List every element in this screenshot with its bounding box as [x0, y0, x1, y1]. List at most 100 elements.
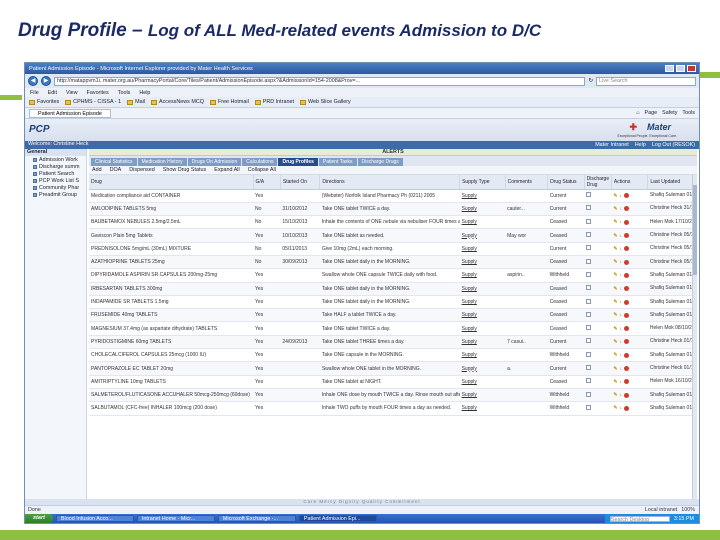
taskbar-item[interactable]: Intranet Home - Micr...: [136, 515, 215, 522]
stop-icon[interactable]: [624, 352, 630, 358]
down-arrow-icon[interactable]: ↓: [620, 246, 623, 252]
pencil-icon[interactable]: ✎: [613, 246, 617, 252]
checkbox-icon[interactable]: [586, 325, 592, 331]
checkbox-icon[interactable]: [586, 311, 592, 317]
add-button[interactable]: Add: [92, 167, 102, 173]
cell-drug[interactable]: IRBESARTAN TABLETS 300mg: [89, 282, 254, 296]
checkbox-icon[interactable]: [586, 232, 592, 238]
cell-supply-type[interactable]: Supply: [459, 388, 506, 403]
col-comments[interactable]: Comments: [505, 175, 549, 190]
dispensed-button[interactable]: Dispensed: [129, 167, 154, 173]
checkbox-icon[interactable]: [586, 258, 592, 264]
taskbar-item-active[interactable]: Patient Admission Epi...: [298, 515, 377, 522]
stop-icon[interactable]: [624, 405, 630, 411]
stop-icon[interactable]: [624, 206, 630, 212]
favorite-link[interactable]: Mail: [127, 99, 145, 105]
show-drug-status-button[interactable]: Show Drug Status: [163, 167, 206, 173]
table-row[interactable]: PANTOPRAZOLE EC TABLET 20mg Yes Swallow wh…: [89, 361, 697, 376]
pencil-icon[interactable]: ✎: [613, 219, 617, 225]
down-arrow-icon[interactable]: ↓: [620, 272, 623, 278]
forward-icon[interactable]: ▶: [41, 76, 51, 86]
table-row[interactable]: PREDNISOLONE 5mg/mL (30mL) MIXTURE No 05/1…: [89, 242, 697, 256]
table-row[interactable]: AMITRIPTYLINE 10mg TABLETS Yes Take ONE ta…: [89, 375, 697, 389]
taskbar-item[interactable]: Microsoft Exchange -...: [217, 515, 296, 522]
scrollbar-thumb[interactable]: [693, 185, 697, 275]
col-discharge-drug[interactable]: Discharge Drug: [584, 175, 612, 190]
favorite-link[interactable]: CPHMS - CISSA - 1: [65, 99, 121, 105]
table-row[interactable]: AMLODIPINE TABLETS 5mg No 31/10/2012 Take O…: [89, 202, 697, 217]
pencil-icon[interactable]: ✎: [613, 326, 617, 332]
down-arrow-icon[interactable]: ↓: [620, 379, 623, 385]
pencil-icon[interactable]: ✎: [613, 299, 617, 305]
cell-supply-type[interactable]: Supply: [459, 282, 506, 296]
cell-drug[interactable]: SALMETEROL/FLUTICASONE ACCUHALER 50mcg-2…: [89, 388, 254, 403]
start-button[interactable]: start: [25, 514, 53, 523]
table-row[interactable]: CHOLECALCIFEROL CAPSULES 25mcg (1000 IU)…: [89, 348, 697, 363]
vertical-scrollbar[interactable]: [692, 175, 697, 505]
sidebar-item-preadmit[interactable]: Preadmit Group: [25, 191, 86, 198]
favorites-button[interactable]: Favorites: [29, 99, 59, 105]
menu-help[interactable]: Help: [139, 90, 150, 96]
cell-supply-type[interactable]: Supply: [459, 295, 506, 310]
collapse-all-button[interactable]: Collapse All: [248, 167, 276, 173]
cell-drug[interactable]: INDAPAMIDE SR TABLETS 1.5mg: [89, 295, 254, 310]
cell-drug[interactable]: SALBUTAMOL (CFC-free) INHALER 100mcg (20…: [89, 401, 254, 416]
pencil-icon[interactable]: ✎: [613, 259, 617, 265]
page-menu[interactable]: Page: [645, 110, 658, 116]
pencil-icon[interactable]: ✎: [613, 286, 617, 292]
checkbox-icon[interactable]: [586, 378, 592, 384]
stop-icon[interactable]: [624, 379, 630, 385]
cell-supply-type[interactable]: Supply: [459, 335, 506, 350]
cell-supply-type[interactable]: Supply: [459, 255, 506, 270]
cell-drug[interactable]: PREDNISOLONE 5mg/mL (30mL) MIXTURE: [89, 242, 254, 256]
down-arrow-icon[interactable]: ↓: [620, 339, 623, 345]
refresh-icon[interactable]: ↻: [588, 78, 593, 84]
table-row[interactable]: Medication compliance aid CONTAINER Yes (W…: [89, 189, 697, 203]
browser-tab-active[interactable]: Patient Admission Episode: [29, 108, 111, 118]
checkbox-icon[interactable]: [586, 365, 592, 370]
tab-clinical-statistics[interactable]: Clinical Statistics: [91, 158, 137, 166]
cell-drug[interactable]: AMITRIPTYLINE 10mg TABLETS: [89, 375, 254, 389]
checkbox-icon[interactable]: [586, 351, 592, 357]
down-arrow-icon[interactable]: ↓: [620, 233, 623, 239]
cell-drug[interactable]: BAUBETAMOX NEBULES 2.5mg/2.5mL: [89, 215, 254, 230]
down-arrow-icon[interactable]: ↓: [620, 392, 623, 398]
back-icon[interactable]: ◀: [28, 76, 38, 86]
sidebar-item-patient-search[interactable]: Patient Search: [25, 170, 86, 177]
down-arrow-icon[interactable]: ↓: [620, 286, 623, 292]
col-drug[interactable]: Drug: [89, 175, 254, 190]
home-icon[interactable]: ⌂: [636, 110, 639, 116]
down-arrow-icon[interactable]: ↓: [620, 299, 623, 305]
pencil-icon[interactable]: ✎: [613, 339, 617, 345]
desktop-search-input[interactable]: Search Desktop: [609, 515, 670, 523]
pencil-icon[interactable]: ✎: [613, 352, 617, 358]
tab-medication-history[interactable]: Medication History: [137, 158, 187, 166]
down-arrow-icon[interactable]: ↓: [620, 259, 623, 265]
sidebar-item-admission[interactable]: Admission Work: [25, 156, 86, 163]
cell-supply-type[interactable]: Supply: [459, 375, 506, 389]
col-last-updated[interactable]: Last Updated: [647, 175, 697, 190]
pencil-icon[interactable]: ✎: [613, 392, 617, 398]
tab-drug-profiles[interactable]: Drug Profiles: [278, 158, 318, 166]
checkbox-icon[interactable]: [586, 205, 592, 211]
cell-supply-type[interactable]: Supply: [459, 268, 506, 283]
tools-menu[interactable]: Tools: [682, 110, 695, 116]
pencil-icon[interactable]: ✎: [613, 405, 617, 411]
cell-drug[interactable]: Medication compliance aid CONTAINER: [89, 189, 254, 203]
pencil-icon[interactable]: ✎: [613, 233, 617, 239]
down-arrow-icon[interactable]: ↓: [620, 405, 623, 411]
favorite-link[interactable]: Free Hotmail: [209, 99, 249, 105]
safety-menu[interactable]: Safety: [662, 110, 677, 116]
menu-favorites[interactable]: Favorites: [87, 90, 109, 96]
favorite-link[interactable]: AccessNews MCQ: [151, 99, 204, 105]
stop-icon[interactable]: [624, 366, 630, 371]
stop-icon[interactable]: [624, 286, 630, 292]
menu-file[interactable]: File: [30, 90, 39, 96]
table-row[interactable]: SALBUTAMOL (CFC-free) INHALER 100mcg (20…: [89, 401, 697, 416]
cell-drug[interactable]: PANTOPRAZOLE EC TABLET 20mg: [89, 361, 254, 376]
stop-icon[interactable]: [624, 299, 630, 305]
col-supply-type[interactable]: Supply Type: [459, 175, 506, 190]
stop-icon[interactable]: [624, 233, 630, 239]
checkbox-icon[interactable]: [586, 298, 592, 304]
sidebar-item-discharge[interactable]: Discharge summ: [25, 163, 86, 170]
